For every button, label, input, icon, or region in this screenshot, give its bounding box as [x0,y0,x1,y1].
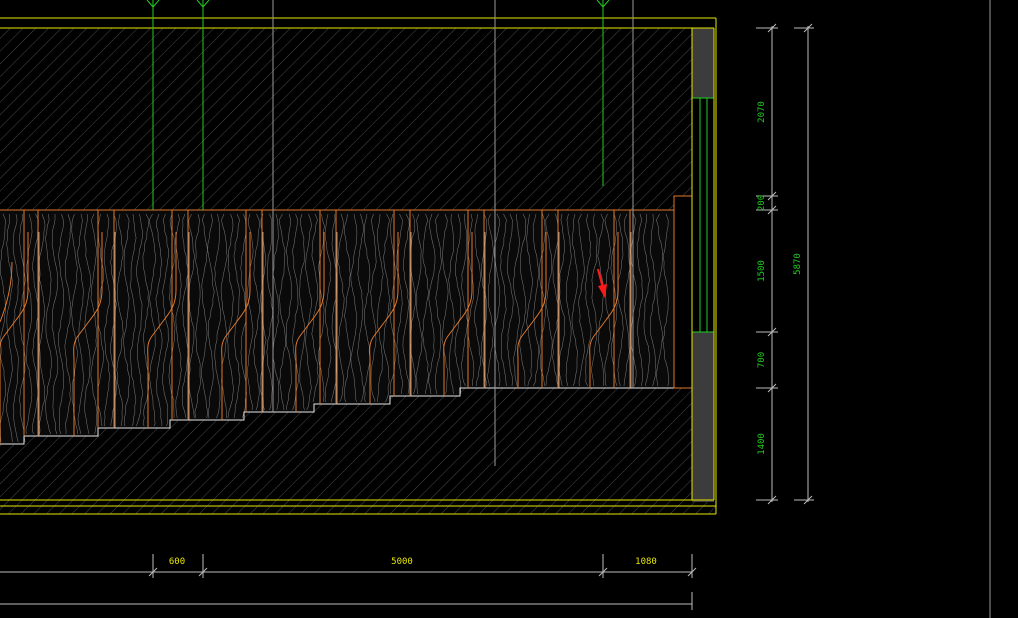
right-wall-lower [692,332,714,502]
horizontal-dimension-lines [0,554,697,610]
right-column-block [673,195,693,389]
dim-5000: 5000 [391,557,413,567]
cad-elevation-drawing: 600 5000 1080 2070 200 1500 700 1400 587… [0,0,991,618]
upper-hatch-area [0,28,692,210]
dim-1500: 1500 [757,260,767,282]
dim-2070: 2070 [757,101,767,123]
floor-hatch-strip [0,500,716,514]
right-wall-window [691,97,715,333]
dim-200: 200 [757,195,767,211]
right-wall-upper [692,28,714,98]
dim-1400: 1400 [757,433,767,455]
dim-700: 700 [757,352,767,368]
dim-1080: 1080 [635,557,657,567]
dim-5870: 5870 [793,253,803,275]
dim-600: 600 [169,557,185,567]
